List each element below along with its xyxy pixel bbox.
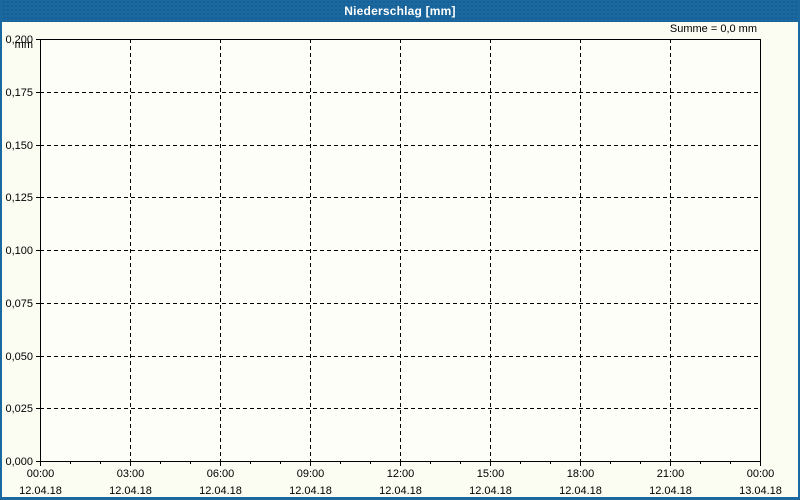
x-tick-date-label: 12.04.18 (379, 485, 422, 497)
chart-window: Niederschlag [mm] Summe = 0,0 mm 0,000 0,… (0, 0, 800, 500)
x-tick-date-label: 12.04.18 (469, 485, 512, 497)
y-axis-unit-label: mm (15, 39, 33, 51)
x-tick-time-label: 03:00 (117, 468, 145, 480)
x-tick-time-label: 12:00 (387, 468, 415, 480)
precipitation-chart: 0,000 0,025 0,050 0,075 0,100 0,125 0,150 0,175… (2, 22, 798, 497)
x-tick-date-label: 12.04.18 (19, 485, 62, 497)
y-tick-label: 0,175 (5, 87, 33, 99)
x-tick-time-label: 09:00 (297, 468, 325, 480)
x-tick-date-label: 12.04.18 (649, 485, 692, 497)
y-tick-label: 0,100 (5, 245, 33, 257)
x-tick-date-label: 13.04.18 (739, 485, 782, 497)
x-tick-time-label: 15:00 (477, 468, 505, 480)
chart-canvas: 0,000 0,025 0,050 0,075 0,100 0,125 0,150 0,175… (5, 34, 782, 497)
x-tick-date-label: 12.04.18 (199, 485, 242, 497)
x-tick-date-label: 12.04.18 (109, 485, 152, 497)
chart-title-bar: Niederschlag [mm] (2, 0, 798, 22)
y-tick-label: 0,000 (5, 456, 33, 468)
y-tick-label: 0,075 (5, 298, 33, 310)
y-tick-label: 0,125 (5, 192, 33, 204)
chart-title: Niederschlag [mm] (344, 4, 456, 18)
x-tick-date-label: 12.04.18 (289, 485, 332, 497)
x-tick-time-label: 00:00 (27, 468, 55, 480)
x-tick-date-label: 12.04.18 (559, 485, 602, 497)
y-tick-label: 0,025 (5, 403, 33, 415)
x-tick-time-label: 06:00 (207, 468, 235, 480)
x-tick-time-label: 00:00 (747, 468, 775, 480)
y-tick-label: 0,150 (5, 140, 33, 152)
x-tick-time-label: 21:00 (657, 468, 685, 480)
x-tick-time-label: 18:00 (567, 468, 595, 480)
y-tick-label: 0,050 (5, 351, 33, 363)
